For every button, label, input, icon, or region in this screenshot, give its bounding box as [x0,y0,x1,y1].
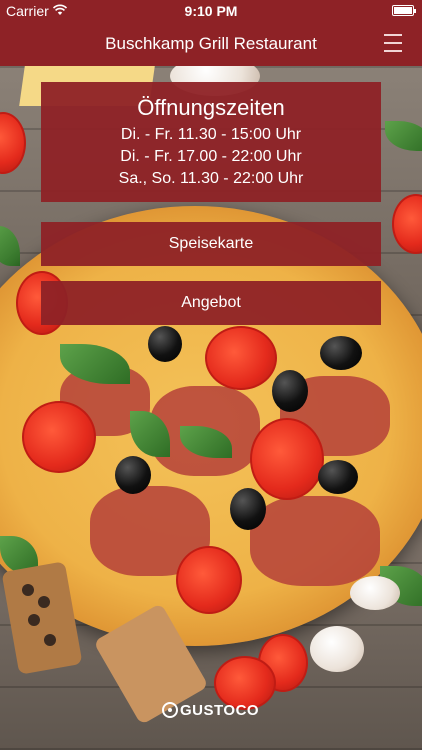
navigation-bar: Buschkamp Grill Restaurant [0,22,422,66]
opening-hours-line: Sa., So. 11.30 - 22:00 Uhr [118,170,304,187]
brand-logo: GUSTOCO [162,700,259,720]
hamburger-menu-icon[interactable] [384,34,404,52]
brand-mark-icon [162,702,178,718]
page-title: Buschkamp Grill Restaurant [105,34,317,53]
opening-hours-title: Öffnungszeiten [137,95,285,120]
offers-button[interactable]: Angebot [41,281,381,325]
battery-icon [392,5,416,16]
opening-hours-line: Di. - Fr. 11.30 - 15:00 Uhr [120,126,302,143]
opening-hours-line: Di. - Fr. 17.00 - 22:00 Uhr [120,148,302,165]
menu-card-button[interactable]: Speisekarte [41,222,381,266]
clock: 9:10 PM [184,3,238,19]
opening-hours-panel: Öffnungszeiten Di. - Fr. 11.30 - 15:00 U… [41,82,381,202]
status-bar: Carrier 9:10 PM [0,0,422,22]
brand-name: GUSTOCO [180,701,260,719]
